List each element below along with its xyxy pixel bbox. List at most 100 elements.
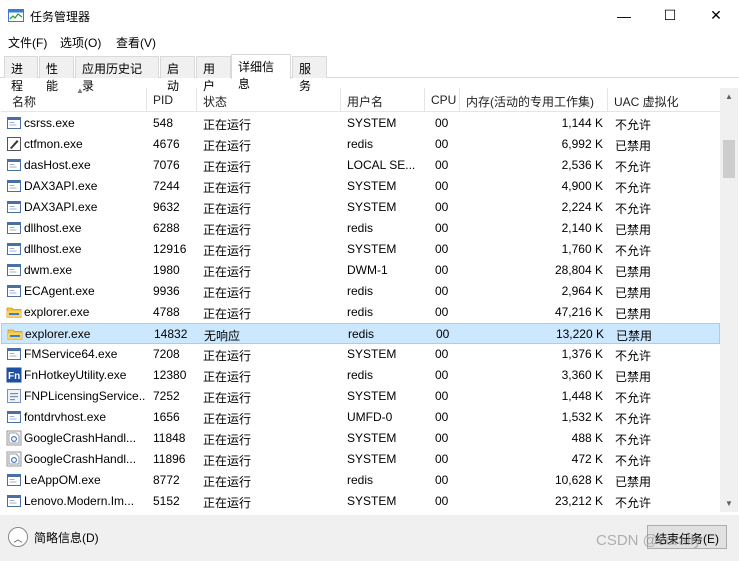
tab-details[interactable]: 详细信息 xyxy=(231,54,291,91)
generic-exe-icon xyxy=(6,346,22,362)
table-row[interactable]: GoogleCrashHandl... 11896 正在运行 SYSTEM 00 472 … xyxy=(1,449,720,470)
generic-exe-icon xyxy=(6,178,22,194)
menu-file[interactable]: 文件(F) xyxy=(8,34,47,51)
process-user: SYSTEM xyxy=(347,494,397,508)
generic-exe-icon xyxy=(6,409,22,425)
column-header-user[interactable]: 用户名 xyxy=(341,88,425,112)
close-button[interactable]: ✕ xyxy=(693,0,739,31)
process-cpu: 00 xyxy=(435,494,449,508)
process-pid: 6288 xyxy=(153,221,180,235)
table-row[interactable]: dllhost.exe 12916 正在运行 SYSTEM 00 1,760 K 不允许 xyxy=(1,239,720,260)
process-name: Lenovo.Modern.Im... xyxy=(24,494,135,508)
tab-startup[interactable]: 启动 xyxy=(160,56,195,93)
table-row[interactable]: FNPLicensingService... 7252 正在运行 SYSTEM 00 1,… xyxy=(1,386,720,407)
details-table: 名称 ▲ PID 状态 用户名 CPU 内存(活动的专用工作集) UAC 虚拟化… xyxy=(1,88,720,512)
column-header-memory[interactable]: 内存(活动的专用工作集) xyxy=(460,88,608,112)
process-memory: 4,900 K xyxy=(561,179,603,193)
table-row[interactable]: ECAgent.exe 9936 正在运行 redis 00 2,964 K 已禁用 xyxy=(1,281,720,302)
process-pid: 4788 xyxy=(153,305,180,319)
table-header: 名称 ▲ PID 状态 用户名 CPU 内存(活动的专用工作集) UAC 虚拟化 xyxy=(1,88,720,112)
generic-exe-icon xyxy=(6,283,22,299)
table-row[interactable]: explorer.exe 14832 无响应 redis 00 13,220 K 已禁用 xyxy=(1,323,720,344)
process-name: DAX3API.exe xyxy=(24,200,98,214)
process-memory: 3,360 K xyxy=(561,368,603,382)
process-status: 正在运行 xyxy=(203,118,252,132)
watermark: CSDN @corally xyxy=(596,532,702,549)
column-header-uac[interactable]: UAC 虚拟化 xyxy=(608,88,720,112)
process-memory: 13,220 K xyxy=(555,327,604,341)
table-row[interactable]: Fn FnHotkeyUtility.exe 12380 正在运行 redis 00 3,3… xyxy=(1,365,720,386)
generic-exe-icon xyxy=(6,493,22,509)
folder-icon xyxy=(6,304,22,320)
table-row[interactable]: DAX3API.exe 9632 正在运行 SYSTEM 00 2,224 K 不允许 xyxy=(1,197,720,218)
process-user: redis xyxy=(347,368,374,382)
process-uac: 不允许 xyxy=(615,412,652,426)
google-icon xyxy=(6,430,22,446)
table-row[interactable]: ctfmon.exe 4676 正在运行 redis 00 6,992 K 已禁用 xyxy=(1,134,720,155)
process-pid: 7252 xyxy=(153,389,180,403)
table-row[interactable]: LeAppOM.exe 8772 正在运行 redis 00 10,628 K 已禁用 xyxy=(1,470,720,491)
generic-exe-icon xyxy=(6,241,22,257)
tab-services[interactable]: 服务 xyxy=(292,56,327,93)
process-status: 正在运行 xyxy=(203,370,252,384)
svg-text:Fn: Fn xyxy=(8,371,20,382)
chevron-up-icon[interactable]: ︿ xyxy=(8,527,28,547)
column-header-name[interactable]: 名称 ▲ xyxy=(6,88,147,112)
tab-users[interactable]: 用户 xyxy=(196,56,231,93)
process-status: 正在运行 xyxy=(203,202,252,216)
table-row[interactable]: dllhost.exe 6288 正在运行 redis 00 2,140 K 已禁用 xyxy=(1,218,720,239)
table-row[interactable]: fontdrvhost.exe 1656 正在运行 UMFD-0 00 1,532 K 不允… xyxy=(1,407,720,428)
process-status: 正在运行 xyxy=(203,244,252,258)
column-header-cpu[interactable]: CPU xyxy=(425,88,460,112)
google-icon xyxy=(6,451,22,467)
process-pid: 7076 xyxy=(153,158,180,172)
process-pid: 7208 xyxy=(153,347,180,361)
process-name: explorer.exe xyxy=(25,327,91,341)
process-status: 无响应 xyxy=(204,329,241,343)
process-uac: 不允许 xyxy=(615,391,652,405)
tab-app-history[interactable]: 应用历史记录 xyxy=(75,56,159,93)
process-name: DAX3API.exe xyxy=(24,179,98,193)
process-memory: 2,140 K xyxy=(561,221,603,235)
table-row[interactable]: dwm.exe 1980 正在运行 DWM-1 00 28,804 K 已禁用 xyxy=(1,260,720,281)
table-row[interactable]: FMService64.exe 7208 正在运行 SYSTEM 00 1,376 K 不允… xyxy=(1,344,720,365)
process-user: SYSTEM xyxy=(347,347,397,361)
table-row[interactable]: Lenovo.Modern.Im... 5152 正在运行 SYSTEM 00 23,21… xyxy=(1,491,720,512)
fewer-details-link[interactable]: 简略信息(D) xyxy=(34,529,99,546)
column-header-status[interactable]: 状态 xyxy=(197,88,341,112)
process-cpu: 00 xyxy=(435,200,449,214)
process-cpu: 00 xyxy=(435,158,449,172)
scroll-down-icon[interactable]: ▼ xyxy=(720,495,738,512)
process-uac: 已禁用 xyxy=(615,265,652,279)
table-row[interactable]: GoogleCrashHandl... 11848 正在运行 SYSTEM 00 488 … xyxy=(1,428,720,449)
process-status: 正在运行 xyxy=(203,139,252,153)
process-uac: 已禁用 xyxy=(615,139,652,153)
title-bar: 任务管理器 — ☐ ✕ xyxy=(0,0,739,31)
tab-processes[interactable]: 进程 xyxy=(4,56,38,93)
process-cpu: 00 xyxy=(435,179,449,193)
tab-performance[interactable]: 性能 xyxy=(39,56,74,93)
maximize-button[interactable]: ☐ xyxy=(647,0,693,31)
menu-view[interactable]: 查看(V) xyxy=(116,34,156,51)
menu-options[interactable]: 选项(O) xyxy=(60,34,101,51)
process-user: redis xyxy=(347,473,374,487)
process-pid: 11848 xyxy=(153,431,186,445)
table-row[interactable]: explorer.exe 4788 正在运行 redis 00 47,216 K 已禁用 xyxy=(1,302,720,323)
process-uac: 已禁用 xyxy=(615,223,652,237)
process-status: 正在运行 xyxy=(203,475,252,489)
minimize-button[interactable]: — xyxy=(601,0,647,31)
table-row[interactable]: DAX3API.exe 7244 正在运行 SYSTEM 00 4,900 K 不允许 xyxy=(1,176,720,197)
table-row[interactable]: csrss.exe 548 正在运行 SYSTEM 00 1,144 K 不允许 xyxy=(1,113,720,134)
sort-ascending-icon: ▲ xyxy=(76,88,84,95)
column-header-pid[interactable]: PID xyxy=(147,88,197,112)
scroll-up-icon[interactable]: ▲ xyxy=(720,88,738,105)
scrollbar-thumb[interactable] xyxy=(723,140,735,178)
table-row[interactable]: dasHost.exe 7076 正在运行 LOCAL SE... 00 2,536 K 不… xyxy=(1,155,720,176)
process-name: dllhost.exe xyxy=(24,221,82,235)
process-user: SYSTEM xyxy=(347,200,397,214)
process-cpu: 00 xyxy=(435,410,449,424)
process-uac: 不允许 xyxy=(615,244,652,258)
vertical-scrollbar[interactable]: ▲ ▼ xyxy=(720,88,738,512)
process-memory: 1,376 K xyxy=(561,347,603,361)
task-manager-icon xyxy=(8,9,24,22)
